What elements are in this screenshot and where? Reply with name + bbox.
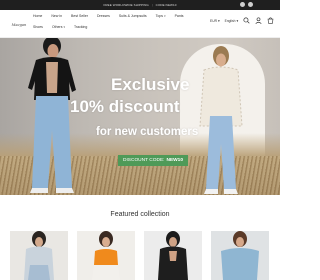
facebook-icon[interactable] bbox=[240, 2, 245, 7]
nav-item-dresses[interactable]: Dresses bbox=[97, 14, 110, 19]
hero-heading-line1: Exclusive bbox=[111, 75, 190, 94]
product-grid bbox=[10, 231, 270, 280]
announcement-bar: FREE WORLDWIDE SHIPPING | CODE:NEW10 bbox=[0, 0, 280, 10]
language-label: English bbox=[224, 18, 236, 23]
product-card[interactable] bbox=[77, 231, 135, 280]
nav-item-pants[interactable]: Pants bbox=[175, 14, 184, 19]
instagram-icon[interactable] bbox=[248, 2, 253, 7]
product-card[interactable] bbox=[10, 231, 68, 280]
nav-label: Tracking bbox=[73, 25, 88, 29]
logo[interactable]: Maegan bbox=[8, 14, 30, 36]
product-image bbox=[92, 231, 120, 280]
header-tools: EUR ▾ English ▾ bbox=[210, 17, 274, 24]
cart-icon[interactable] bbox=[267, 17, 274, 24]
chevron-down-icon: ▾ bbox=[217, 18, 220, 23]
product-card[interactable] bbox=[211, 231, 269, 280]
nav-item-suits-jumpsuits[interactable]: Suits & Jumpsuits bbox=[119, 14, 147, 19]
logo-text: Maegan bbox=[11, 23, 27, 27]
hero-heading-line2: 10% discount bbox=[70, 97, 180, 116]
user-icon[interactable] bbox=[255, 17, 262, 24]
product-card[interactable] bbox=[144, 231, 202, 280]
chevron-down-icon: ▾ bbox=[236, 18, 239, 23]
nav-label: Pants bbox=[174, 14, 184, 18]
promo-label: DISCOUNT CODE: bbox=[122, 158, 165, 163]
announcement-divider: | bbox=[151, 3, 153, 7]
nav-label: Dresses bbox=[96, 14, 110, 18]
main-nav: Home New in Best Seller Dresses Suits & … bbox=[33, 14, 198, 30]
announcement-text-left: FREE WORLDWIDE SHIPPING bbox=[103, 3, 149, 7]
nav-item-new-in[interactable]: New in bbox=[51, 14, 62, 19]
announcement-text-right: CODE:NEW10 bbox=[155, 3, 177, 7]
currency-selector[interactable]: EUR ▾ bbox=[210, 19, 220, 23]
nav-label: Tops bbox=[155, 14, 164, 18]
nav-label: Home bbox=[33, 14, 43, 18]
search-icon[interactable] bbox=[243, 17, 250, 24]
nav-label: Others bbox=[51, 25, 63, 29]
site-header: Maegan Home New in Best Seller Dresses S… bbox=[0, 10, 280, 38]
hero-banner[interactable]: Exclusive 10% discount for new customers… bbox=[0, 38, 280, 195]
nav-item-shoes[interactable]: Shoes bbox=[33, 25, 43, 30]
product-image bbox=[158, 231, 188, 280]
nav-item-tops[interactable]: Tops ▾ bbox=[156, 14, 166, 19]
currency-label: EUR bbox=[210, 18, 217, 23]
nav-label: New in bbox=[51, 14, 63, 18]
featured-collection-title: Featured collection bbox=[110, 211, 170, 218]
chevron-down-icon: ▾ bbox=[63, 25, 65, 29]
hero-model-right bbox=[199, 46, 243, 194]
nav-label: Suits & Jumpsuits bbox=[118, 14, 147, 18]
language-selector[interactable]: English ▾ bbox=[225, 19, 238, 23]
product-image bbox=[221, 231, 259, 280]
nav-label: Shoes bbox=[33, 25, 43, 29]
nav-item-home[interactable]: Home bbox=[33, 14, 42, 19]
product-image bbox=[24, 231, 54, 280]
nav-item-others[interactable]: Others ▾ bbox=[52, 25, 65, 30]
nav-item-best-seller[interactable]: Best Seller bbox=[71, 14, 88, 19]
chevron-down-icon: ▾ bbox=[164, 14, 166, 18]
nav-item-tracking[interactable]: Tracking bbox=[74, 25, 87, 30]
promo-code-badge[interactable]: DISCOUNT CODE: NEW10 bbox=[118, 155, 188, 166]
social-links bbox=[240, 2, 253, 7]
hero-subheading: for new customers bbox=[96, 126, 199, 138]
nav-label: Best Seller bbox=[71, 14, 88, 18]
promo-code: NEW10 bbox=[166, 158, 184, 163]
